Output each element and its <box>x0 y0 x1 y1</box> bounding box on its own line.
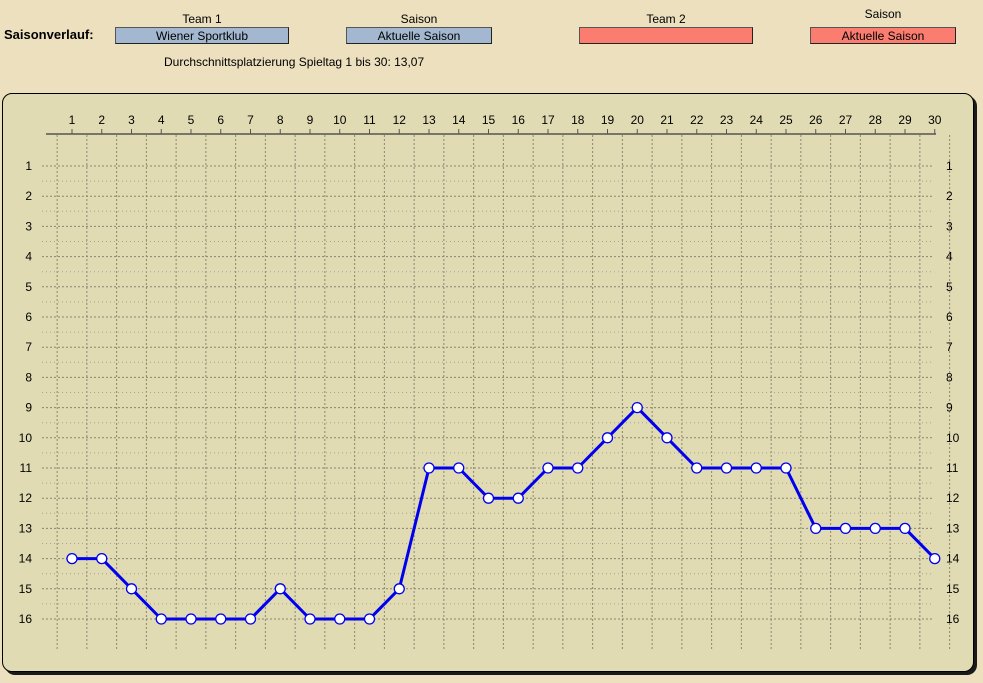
chart-grid <box>42 135 951 650</box>
x-tick-label: 6 <box>217 113 224 127</box>
x-tick-label: 26 <box>809 113 823 127</box>
data-point <box>96 552 108 565</box>
x-tick-label: 20 <box>631 113 645 127</box>
x-tick-label: 24 <box>750 113 764 127</box>
y-tick-label-left: 10 <box>19 431 33 445</box>
chart-tick-labels: 1 2 3 4 5 6 7 8 9 10 11 12 13 14 15 16 17 18 19 20 21 22 23 24 2… <box>19 113 960 626</box>
y-tick-label-left: 2 <box>25 189 32 203</box>
data-point <box>780 462 792 474</box>
y-tick-label-left: 7 <box>25 340 32 354</box>
data-point <box>274 583 286 595</box>
x-tick-label: 16 <box>512 113 526 127</box>
data-point <box>453 462 465 474</box>
data-point <box>423 462 435 474</box>
x-tick-label: 12 <box>393 113 407 127</box>
x-tick-label: 19 <box>601 113 615 127</box>
data-point <box>66 552 78 565</box>
x-tick-label: 15 <box>482 113 496 127</box>
y-tick-label-left: 13 <box>19 521 33 535</box>
y-tick-label-right: 10 <box>946 431 960 445</box>
y-tick-label-left: 14 <box>19 552 33 566</box>
y-tick-label-right: 16 <box>946 612 960 626</box>
data-point <box>750 462 762 474</box>
data-point <box>631 401 643 414</box>
y-tick-label-left: 3 <box>25 219 32 233</box>
y-tick-label-left: 12 <box>19 491 33 505</box>
x-tick-label: 28 <box>869 113 883 127</box>
data-point <box>572 462 584 474</box>
y-tick-label-right: 3 <box>946 219 953 233</box>
y-tick-label-right: 5 <box>946 280 953 294</box>
x-tick-label: 4 <box>158 113 165 127</box>
y-tick-label-right: 13 <box>946 521 960 535</box>
y-tick-label-right: 8 <box>946 370 953 384</box>
data-point <box>542 462 554 474</box>
x-tick-label: 5 <box>188 113 195 127</box>
season-chart: 1 2 3 4 5 6 7 8 9 10 11 12 13 14 15 16 17 18 19 20 21 22 23 24 2… <box>19 113 960 650</box>
data-point <box>244 613 257 625</box>
x-tick-label: 18 <box>571 113 585 127</box>
y-tick-label-left: 1 <box>25 159 32 173</box>
data-point <box>482 492 495 504</box>
x-tick-label: 23 <box>720 113 734 127</box>
x-tick-label: 8 <box>277 113 284 127</box>
y-tick-label-left: 6 <box>25 310 32 324</box>
x-tick-label: 14 <box>452 113 466 127</box>
x-tick-label: 7 <box>247 113 254 127</box>
data-point <box>929 552 941 565</box>
data-point <box>304 613 316 625</box>
x-tick-label: 9 <box>307 113 314 127</box>
data-point <box>155 613 167 625</box>
data-point <box>363 613 376 625</box>
x-tick-label: 2 <box>98 113 105 127</box>
y-tick-label-right: 6 <box>946 310 953 324</box>
data-point <box>185 613 197 625</box>
y-tick-label-right: 12 <box>946 491 960 505</box>
y-tick-label-right: 1 <box>946 159 953 173</box>
x-tick-label: 13 <box>422 113 436 127</box>
data-point <box>869 522 881 535</box>
x-tick-label: 1 <box>69 113 76 127</box>
x-tick-label: 25 <box>779 113 793 127</box>
y-tick-label-right: 14 <box>946 552 960 566</box>
data-point <box>810 522 822 535</box>
y-tick-label-left: 8 <box>25 370 32 384</box>
data-point <box>601 432 614 444</box>
y-tick-label-right: 9 <box>946 401 953 415</box>
x-tick-label: 3 <box>128 113 135 127</box>
y-tick-label-left: 9 <box>25 401 32 415</box>
y-tick-label-right: 11 <box>946 461 959 475</box>
x-tick-label: 10 <box>333 113 347 127</box>
y-tick-label-right: 7 <box>946 340 953 354</box>
x-tick-label: 29 <box>898 113 912 127</box>
data-point <box>393 583 405 595</box>
chart-axes <box>46 129 936 135</box>
y-tick-label-right: 2 <box>946 189 953 203</box>
y-tick-label-left: 4 <box>25 250 32 264</box>
y-tick-label-left: 16 <box>19 612 33 626</box>
data-point <box>512 492 524 504</box>
data-point <box>661 432 673 444</box>
y-tick-label-left: 15 <box>19 582 33 596</box>
data-point <box>215 613 227 625</box>
x-tick-label: 21 <box>660 113 674 127</box>
y-tick-label-left: 11 <box>20 461 33 475</box>
y-tick-label-right: 4 <box>946 250 953 264</box>
data-point <box>899 522 911 535</box>
data-point <box>839 522 852 535</box>
x-tick-label: 22 <box>690 113 704 127</box>
data-point <box>334 613 346 625</box>
y-tick-label-right: 15 <box>946 582 960 596</box>
data-point <box>125 583 138 595</box>
x-tick-label: 11 <box>363 113 376 127</box>
x-tick-label: 27 <box>839 113 853 127</box>
x-tick-label: 17 <box>541 113 555 127</box>
y-tick-label-left: 5 <box>25 280 32 294</box>
x-tick-label: 30 <box>928 113 942 127</box>
data-point <box>691 462 703 474</box>
data-point <box>720 462 733 474</box>
